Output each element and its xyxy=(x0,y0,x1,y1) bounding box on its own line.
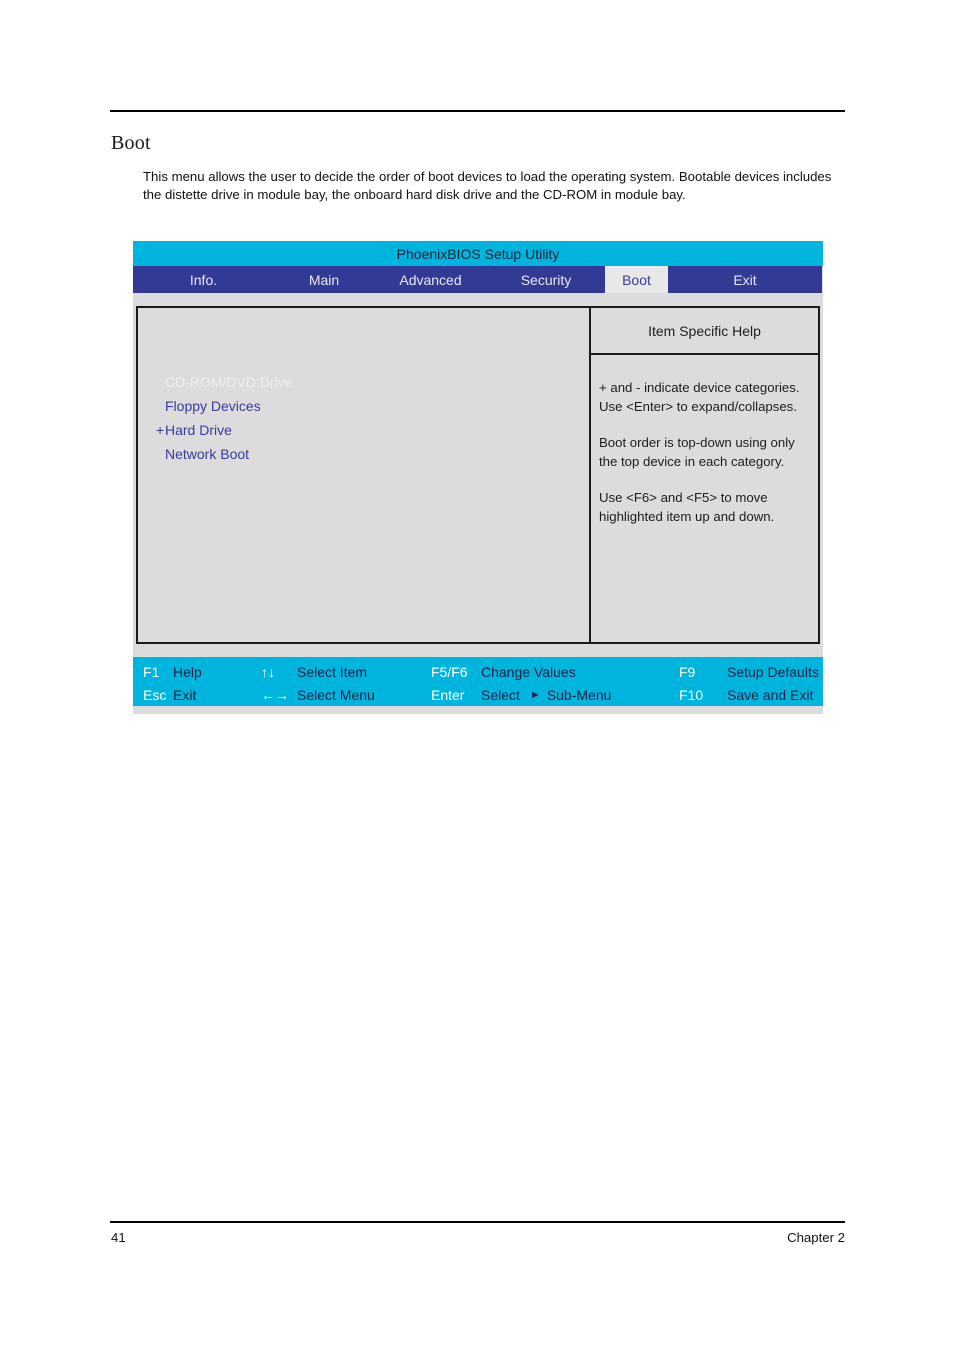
key-label-f9: F9 xyxy=(679,663,696,680)
help-paragraph-3: Use <F6> and <F5> to move highlighted it… xyxy=(599,490,775,524)
page-number: 41 xyxy=(111,1230,126,1245)
tab-advanced[interactable]: Advanced xyxy=(374,266,487,293)
help-paragraph-2: Boot order is top-down using only the to… xyxy=(599,435,795,469)
key-legend-updown-select-item: ↑↓ Select Item xyxy=(261,660,367,683)
boot-list-item-cdrom[interactable]: CD-ROM/DVD Drive xyxy=(138,370,589,394)
content-footer-spacer xyxy=(133,644,823,657)
page-intro-paragraph: This menu allows the user to decide the … xyxy=(143,169,832,202)
bios-content-area: CD-ROM/DVD Drive Floppy Devices +Hard Dr… xyxy=(136,306,820,644)
tab-exit[interactable]: Exit xyxy=(668,266,822,293)
key-desc-select-menu: Select Menu xyxy=(297,686,375,703)
key-legend-enter-select-submenu: Enter Select ► Sub-Menu xyxy=(431,683,611,706)
key-label-f10: F10 xyxy=(679,686,704,703)
boot-device-list: CD-ROM/DVD Drive Floppy Devices +Hard Dr… xyxy=(138,370,589,466)
key-label-f5-f6: F5/F6 xyxy=(431,663,468,680)
tab-advanced-label: Advanced xyxy=(399,271,462,288)
tab-security[interactable]: Security xyxy=(487,266,605,293)
boot-item-expand-marker[interactable]: + xyxy=(156,418,165,442)
key-legend-leftright-select-menu: ←→ Select Menu xyxy=(261,683,375,706)
key-desc-setup-defaults: Setup Defaults xyxy=(727,663,819,680)
key-desc-select: Select xyxy=(481,686,520,703)
boot-item-label: Hard Drive xyxy=(165,422,232,438)
chapter-label: Chapter 2 xyxy=(787,1230,845,1245)
help-paragraph-1: + and - indicate device categories. Use … xyxy=(599,380,800,414)
page-bottom-rule xyxy=(110,1221,845,1223)
key-desc-help: Help xyxy=(173,663,202,680)
tab-exit-label: Exit xyxy=(733,271,757,288)
key-desc-exit: Exit xyxy=(173,686,197,703)
arrow-left-right-icon: ←→ xyxy=(261,686,289,703)
boot-item-label: Floppy Devices xyxy=(165,398,261,414)
tab-main[interactable]: Main xyxy=(274,266,374,293)
key-desc-change-values: Change Values xyxy=(481,663,576,680)
page-title: Boot xyxy=(111,132,151,154)
key-desc-save-and-exit: Save and Exit xyxy=(727,686,814,703)
key-desc-select-item: Select Item xyxy=(297,663,368,680)
key-label-enter: Enter xyxy=(431,686,465,703)
tab-main-label: Main xyxy=(308,271,340,288)
submenu-triangle-icon: ► xyxy=(529,688,541,701)
tab-security-label: Security xyxy=(520,271,572,288)
key-desc-sub-menu: Sub-Menu xyxy=(546,686,612,703)
help-panel-title-text: Item Specific Help xyxy=(648,322,761,339)
tab-boot-label: Boot xyxy=(622,271,651,288)
tab-info[interactable]: Info. xyxy=(133,266,274,293)
tab-bar-spacer xyxy=(133,293,823,306)
item-specific-help-panel: Item Specific Help + and - indicate devi… xyxy=(591,308,818,642)
key-legend-f5f6-change-values: F5/F6 Change Values xyxy=(431,660,576,683)
boot-item-label: Network Boot xyxy=(165,446,250,462)
boot-list-item-network-boot[interactable]: Network Boot xyxy=(138,442,589,466)
boot-order-panel: CD-ROM/DVD Drive Floppy Devices +Hard Dr… xyxy=(138,308,591,642)
boot-list-item-hard-drive[interactable]: +Hard Drive xyxy=(138,418,589,442)
boot-list-item-floppy[interactable]: Floppy Devices xyxy=(138,394,589,418)
help-panel-title: Item Specific Help xyxy=(591,308,818,355)
key-label-f1: F1 xyxy=(143,663,160,680)
key-label-esc: Esc xyxy=(143,686,167,703)
key-legend-f10-save-and-exit: F10 Save and Exit xyxy=(679,683,813,706)
bios-setup-window: PhoenixBIOS Setup Utility Info. Main Adv… xyxy=(133,241,823,714)
bios-title-bar: PhoenixBIOS Setup Utility xyxy=(133,241,823,266)
bios-key-legend-bar: F1 Help Esc Exit ↑↓ Select Item ←→ Selec… xyxy=(133,657,823,706)
tab-boot[interactable]: Boot xyxy=(605,266,668,293)
key-legend-f9-setup-defaults: F9 Setup Defaults xyxy=(679,660,819,683)
tab-info-label: Info. xyxy=(189,271,218,288)
page-top-rule xyxy=(110,110,845,112)
help-panel-body: + and - indicate device categories. Use … xyxy=(591,355,818,642)
bios-tab-bar: Info. Main Advanced Security Boot Exit xyxy=(133,266,823,293)
arrow-up-down-icon: ↑↓ xyxy=(261,663,275,680)
key-legend-f1-help: F1 Help xyxy=(143,660,202,683)
key-legend-esc-exit: Esc Exit xyxy=(143,683,196,706)
bios-title-text: PhoenixBIOS Setup Utility xyxy=(396,245,560,262)
boot-item-label: CD-ROM/DVD Drive xyxy=(165,374,293,390)
